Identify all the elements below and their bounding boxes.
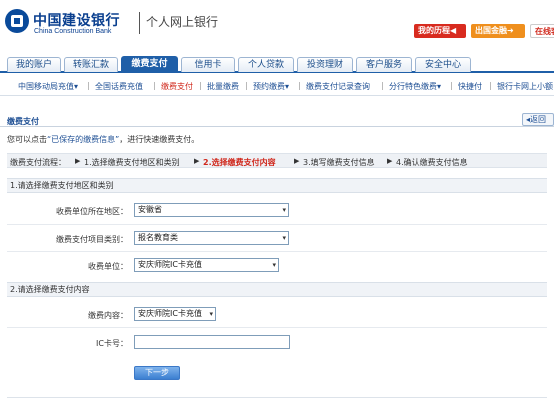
my-history-button[interactable]: 我的历程◀ bbox=[414, 24, 466, 38]
hint-suffix: ，进行快速缴费支付。 bbox=[119, 135, 200, 144]
tab-credit-card[interactable]: 信用卡 bbox=[181, 57, 235, 72]
chevron-down-icon: ▾ bbox=[282, 206, 286, 214]
chevron-down-icon: ▾ bbox=[272, 261, 276, 269]
saved-info-hint: 您可以点击“已保存的缴费信息”，进行快速缴费支付。 bbox=[7, 134, 199, 145]
subnav-divider: | bbox=[199, 81, 202, 90]
unit-select[interactable]: 安庆师院IC卡充值 ▾ bbox=[134, 258, 279, 272]
saved-payment-info-link[interactable]: “已保存的缴费信息” bbox=[47, 135, 119, 144]
unit-label: 收费单位： bbox=[88, 262, 128, 271]
subnav-batch-payment[interactable]: 批量缴费 bbox=[207, 81, 239, 92]
page-header: 中国建设银行 China Construction Bank 个人网上银行 我的… bbox=[0, 0, 554, 52]
subnav-payment-records[interactable]: 缴费支付记录查询 bbox=[306, 81, 370, 92]
hint-prefix: 您可以点击 bbox=[7, 135, 47, 144]
step-arrow-icon: ▶ bbox=[75, 157, 81, 165]
bottom-divider bbox=[7, 397, 547, 398]
step-arrow-icon: ▶ bbox=[294, 157, 300, 165]
back-button[interactable]: ◂返回 bbox=[522, 113, 554, 126]
step-arrow-icon: ▶ bbox=[387, 157, 393, 165]
tab-my-account[interactable]: 我的账户 bbox=[7, 57, 61, 72]
row-divider bbox=[7, 251, 547, 252]
group-region-category-header: 1.请选择缴费支付地区和类别 bbox=[7, 178, 547, 193]
abroad-finance-button[interactable]: 出国金融➜ bbox=[471, 24, 525, 38]
ic-card-label: IC卡号： bbox=[96, 339, 128, 348]
ccb-logo-icon bbox=[5, 9, 29, 33]
step-3: 3.填写缴费支付信息 bbox=[303, 158, 375, 167]
online-service-button[interactable]: 在线客 bbox=[530, 24, 554, 38]
chevron-down-icon: ▾ bbox=[282, 234, 286, 242]
unit-value: 安庆师院IC卡充值 bbox=[138, 260, 202, 269]
step-2-current: 2.选择缴费支付内容 bbox=[203, 158, 276, 167]
chevron-down-icon: ▾ bbox=[209, 310, 213, 318]
group-content-header: 2.请选择缴费支付内容 bbox=[7, 282, 547, 297]
bank-name-cn: 中国建设银行 bbox=[33, 13, 120, 29]
tab-investment[interactable]: 投资理财 bbox=[297, 57, 353, 72]
region-label: 收费单位所在地区： bbox=[56, 207, 128, 216]
subnav-scheduled-payment[interactable]: 预约缴费▾ bbox=[253, 81, 289, 92]
region-value: 安徽省 bbox=[138, 205, 162, 214]
category-label: 缴费支付项目类别： bbox=[56, 235, 128, 244]
logo-divider bbox=[139, 12, 140, 34]
tab-payment[interactable]: 缴费支付 bbox=[121, 56, 178, 73]
site-subtitle: 个人网上银行 bbox=[146, 15, 219, 29]
subnav-divider: | bbox=[87, 81, 90, 90]
subnav-payment[interactable]: 缴费支付 bbox=[161, 81, 193, 92]
next-step-button[interactable]: 下一步 bbox=[134, 366, 180, 380]
process-steps: 缴费支付流程： ▶ 1.选择缴费支付地区和类别 ▶ 2.选择缴费支付内容 ▶ 3… bbox=[7, 153, 547, 168]
subnav-phone-topup[interactable]: 全国话费充值 bbox=[95, 81, 143, 92]
tab-customer-service[interactable]: 客户服务 bbox=[356, 57, 412, 72]
sub-navigation: 中国移动局充值▾ | 全国话费充值 | 缴费支付 | 批量缴费 | 预约缴费▾ … bbox=[0, 76, 554, 96]
subnav-divider: | bbox=[381, 81, 384, 90]
content-value: 安庆师院IC卡充值 bbox=[138, 309, 202, 318]
subnav-divider: | bbox=[489, 81, 492, 90]
steps-label: 缴费支付流程： bbox=[10, 158, 66, 167]
step-1: 1.选择缴费支付地区和类别 bbox=[84, 158, 180, 167]
subnav-mobile-topup[interactable]: 中国移动局充值▾ bbox=[18, 81, 78, 92]
content-select[interactable]: 安庆师院IC卡充值 ▾ bbox=[134, 307, 216, 321]
subnav-divider: | bbox=[245, 81, 248, 90]
subnav-divider: | bbox=[450, 81, 453, 90]
category-select[interactable]: 报名教育类 ▾ bbox=[134, 231, 289, 245]
tab-transfer[interactable]: 转账汇款 bbox=[64, 57, 118, 72]
step-arrow-icon: ▶ bbox=[194, 157, 200, 165]
subnav-quick-pay[interactable]: 快捷付 bbox=[458, 81, 482, 92]
row-divider bbox=[7, 224, 547, 225]
category-value: 报名教育类 bbox=[138, 233, 178, 242]
ic-card-input[interactable] bbox=[134, 335, 290, 349]
content-label: 缴费内容： bbox=[88, 311, 128, 320]
tab-security-center[interactable]: 安全中心 bbox=[415, 57, 471, 72]
region-select[interactable]: 安徽省 ▾ bbox=[134, 203, 289, 217]
main-tabs: 我的账户 转账汇款 缴费支付 信用卡 个人贷款 投资理财 客户服务 安全中心 bbox=[0, 56, 554, 73]
bank-name-en: China Construction Bank bbox=[34, 28, 112, 35]
title-divider bbox=[0, 126, 554, 127]
subnav-card-micro-pay[interactable]: 银行卡网上小额 bbox=[497, 81, 553, 92]
tab-personal-loan[interactable]: 个人贷款 bbox=[238, 57, 294, 72]
step-4: 4.确认缴费支付信息 bbox=[396, 158, 468, 167]
row-divider bbox=[7, 327, 547, 328]
subnav-branch-payment[interactable]: 分行特色缴费▾ bbox=[389, 81, 441, 92]
subnav-divider: | bbox=[298, 81, 301, 90]
subnav-divider: | bbox=[153, 81, 156, 90]
